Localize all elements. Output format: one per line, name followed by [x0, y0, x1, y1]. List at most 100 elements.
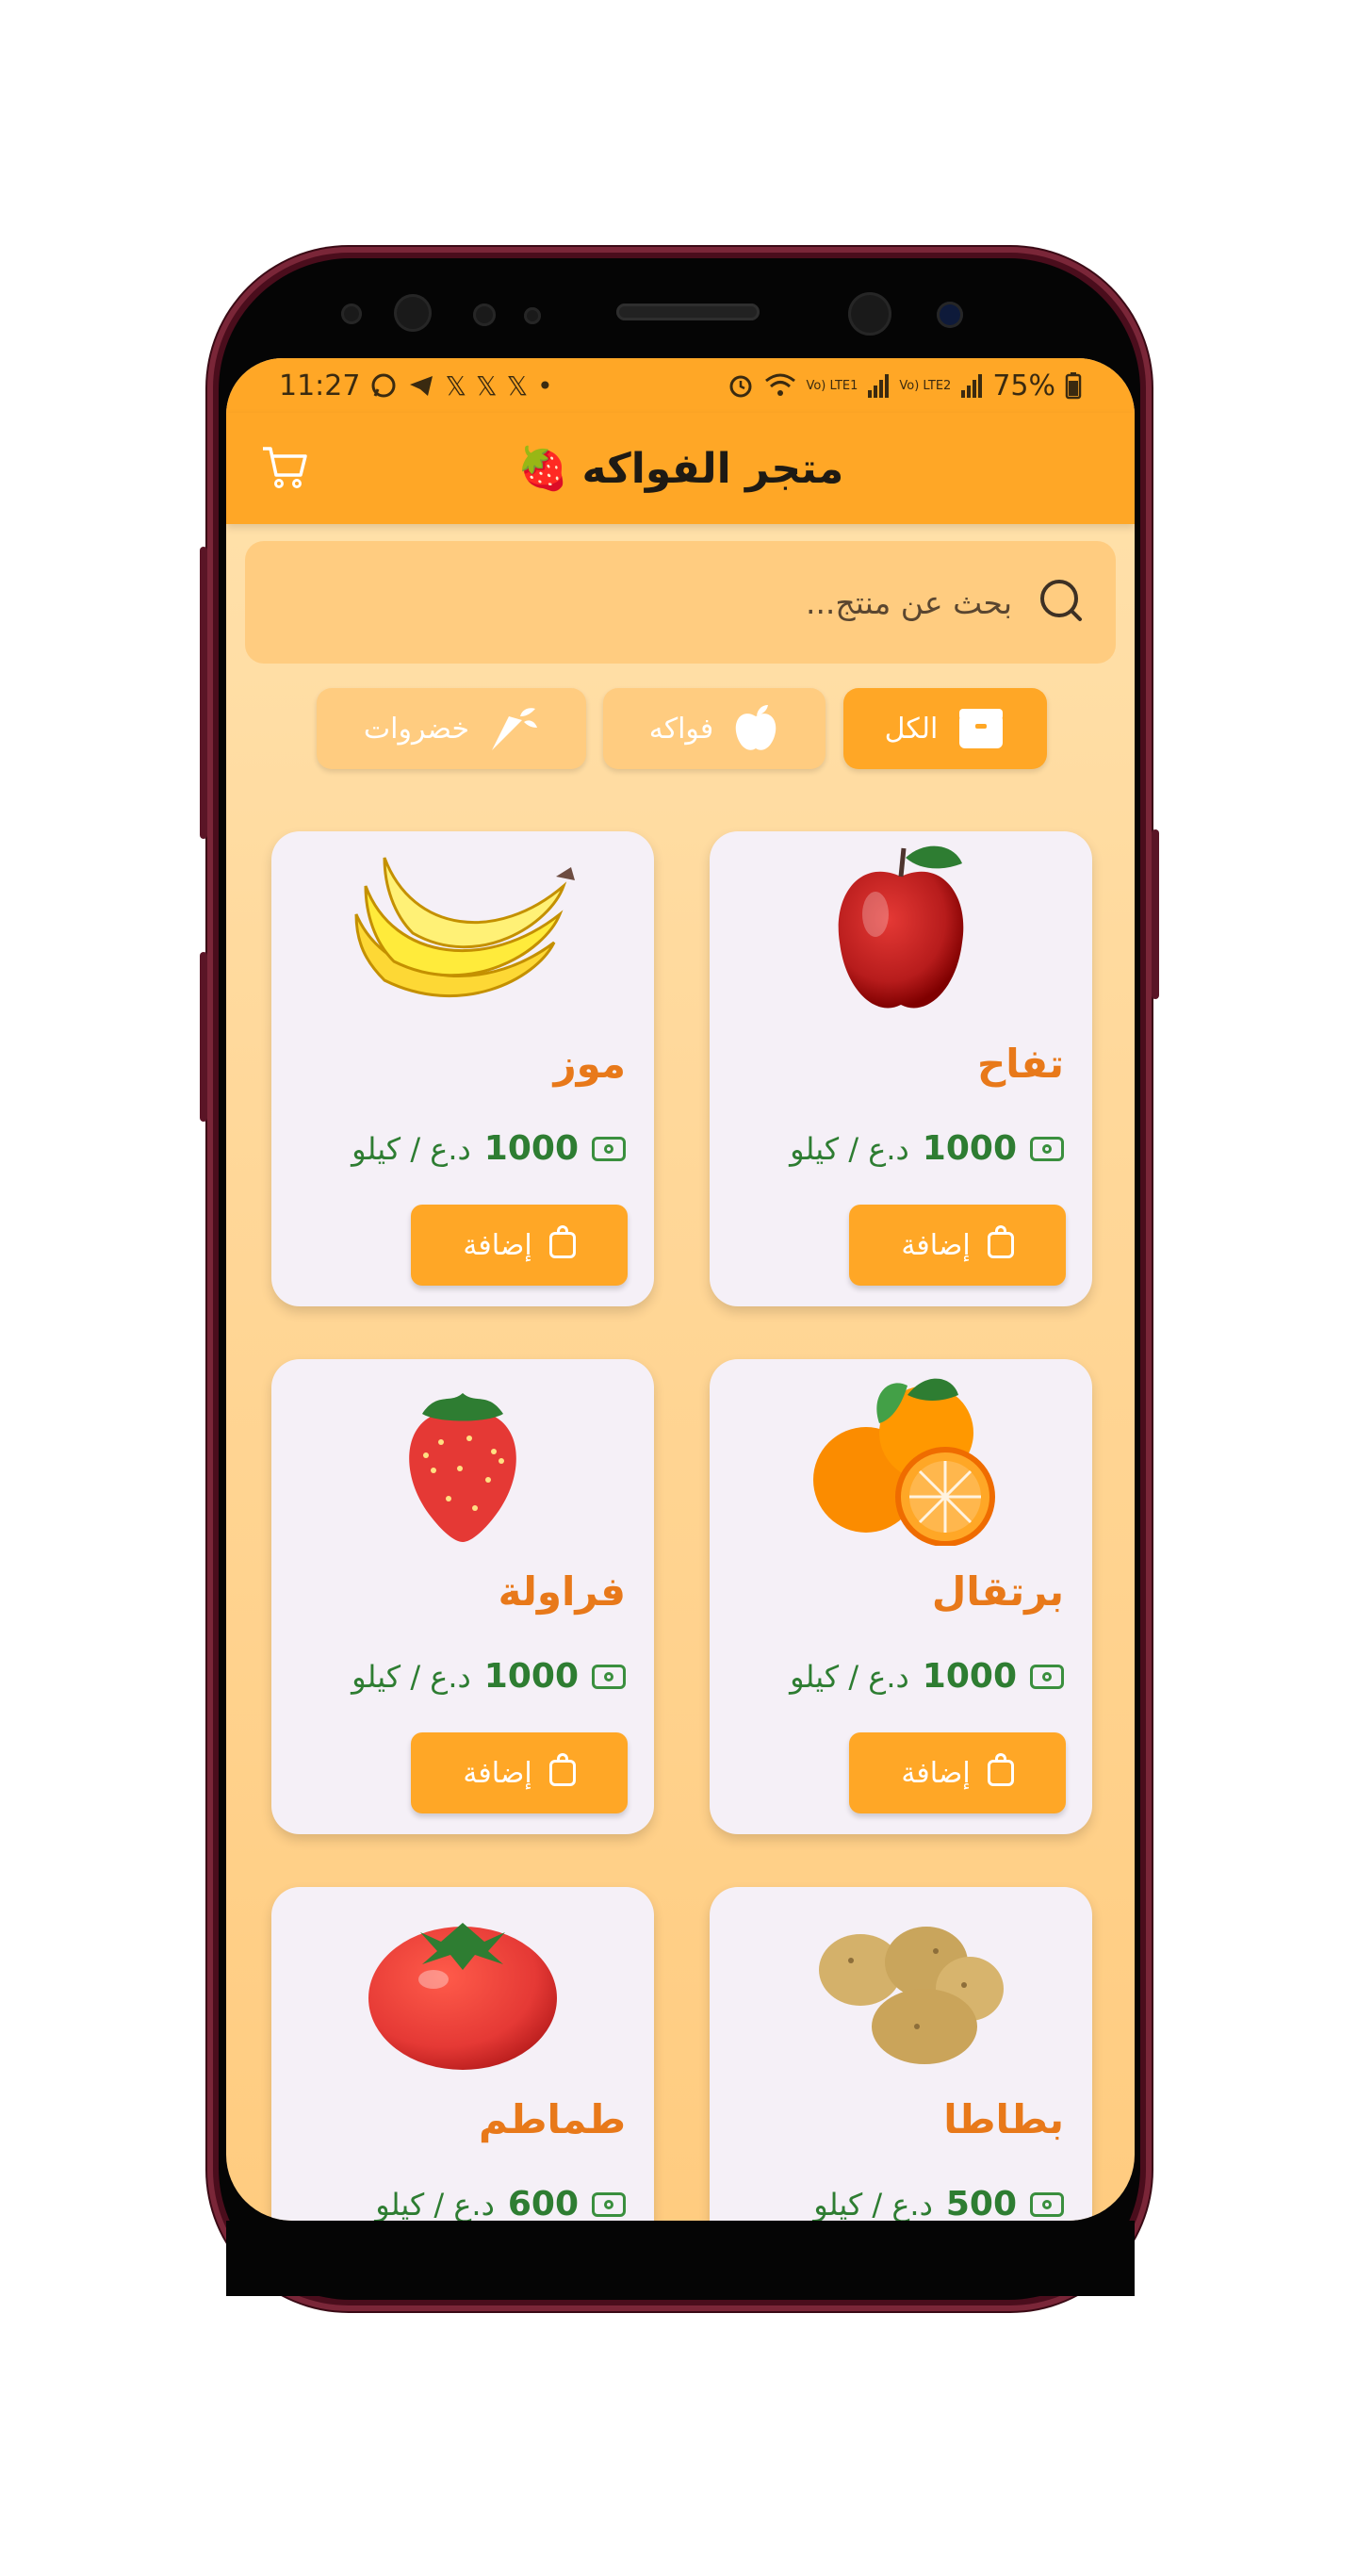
cart-button[interactable]	[258, 441, 311, 494]
x-icon: 𝕏	[445, 369, 467, 402]
price-unit: د.ع / كيلو	[352, 1658, 471, 1695]
cart-icon	[263, 447, 307, 488]
chip-all-label: الكل	[884, 712, 939, 746]
price-row: 1000 د.ع / كيلو	[352, 1657, 626, 1696]
product-name: بطاطا	[943, 2096, 1064, 2142]
product-card[interactable]: بطاطا500د.ع / كيلوإضافة	[710, 1887, 1092, 2221]
chip-all[interactable]: الكل	[843, 688, 1047, 769]
product-price: 500	[945, 2185, 1017, 2221]
price-row: 1000 د.ع / كيلو	[352, 1129, 626, 1168]
signal-icon	[868, 374, 890, 398]
x-icon: 𝕏	[506, 369, 529, 402]
price-unit: د.ع / كيلو	[352, 1130, 471, 1167]
carrot-icon	[492, 708, 538, 750]
product-card[interactable]: فراولة 1000 د.ع / كيلو إضافة	[271, 1359, 654, 1834]
strawberry-icon: 🍓	[516, 445, 569, 493]
price-unit: د.ع / كيلو	[790, 1658, 909, 1695]
product-name: برتقال	[931, 1568, 1064, 1615]
search-placeholder: بحث عن منتج...	[805, 583, 1012, 621]
bixby-button	[200, 952, 207, 1122]
chip-vegetables-label: خضروات	[363, 712, 470, 746]
price-unit: د.ع / كيلو	[375, 2186, 495, 2222]
product-price: 1000	[922, 1129, 1017, 1168]
money-icon	[1030, 1136, 1064, 1161]
product-price: 600	[507, 2185, 579, 2221]
title-text: متجر الفواكه	[581, 444, 844, 493]
shopping-bag-icon	[548, 1753, 576, 1786]
dot-icon: •	[537, 369, 553, 402]
add-to-cart-button[interactable]: إضافة	[411, 1205, 628, 1286]
light-sensor-icon	[524, 307, 541, 324]
money-icon	[592, 1664, 626, 1689]
product-image-orange	[785, 1367, 1017, 1547]
earpiece-speaker	[616, 304, 760, 320]
status-right: Vo) LTE1 Vo) LTE2 75%	[727, 369, 1082, 402]
chip-fruits[interactable]: فواكه	[603, 688, 826, 769]
signal-icon	[961, 374, 983, 398]
product-name: تفاح	[976, 1041, 1064, 1087]
add-to-cart-button[interactable]: إضافة	[849, 1732, 1066, 1813]
shopping-bag-icon	[548, 1225, 576, 1258]
shopping-bag-icon	[987, 1753, 1014, 1786]
product-price: 1000	[922, 1657, 1017, 1696]
product-card[interactable]: برتقال 1000 د.ع / كيلو إضافة	[710, 1359, 1092, 1834]
camera-sensor-icon	[937, 302, 963, 328]
product-name: طماطم	[479, 2096, 626, 2142]
add-button-label: إضافة	[463, 1228, 532, 1262]
status-bar: 11:27 𝕏 𝕏 𝕏 • Vo) LTE1 Vo) LTE2 75%	[226, 358, 1135, 413]
x-icon: 𝕏	[476, 369, 498, 402]
money-icon	[1030, 2191, 1064, 2217]
money-icon	[1030, 1664, 1064, 1689]
phone-chin	[226, 2221, 1135, 2296]
product-card[interactable]: طماطم600د.ع / كيلوإضافة	[271, 1887, 654, 2221]
battery-icon	[1065, 372, 1082, 400]
box-icon	[959, 709, 1004, 748]
price-unit: د.ع / كيلو	[790, 1130, 909, 1167]
sensor-icon	[341, 304, 362, 324]
iris-sensor-icon	[394, 294, 432, 332]
chip-fruits-label: فواكه	[648, 712, 714, 746]
shopping-bag-icon	[987, 1225, 1014, 1258]
product-image-strawberry	[347, 1367, 579, 1546]
page-title: متجر الفواكه 🍓	[516, 444, 844, 494]
chip-vegetables[interactable]: خضروات	[317, 688, 586, 769]
product-price: 1000	[483, 1657, 579, 1696]
battery-percent: 75%	[992, 369, 1055, 402]
app-bar: متجر الفواكه 🍓	[226, 413, 1135, 524]
wifi-icon	[765, 373, 796, 396]
sim2-label: Vo) LTE2	[899, 378, 952, 393]
category-filter: الكل فواكه خضروات	[226, 688, 1135, 773]
add-button-label: إضافة	[901, 1228, 971, 1262]
search-icon	[1040, 580, 1082, 621]
add-button-label: إضافة	[463, 1756, 532, 1790]
add-to-cart-button[interactable]: إضافة	[849, 1205, 1066, 1286]
power-button	[1152, 829, 1159, 999]
app-screen: 11:27 𝕏 𝕏 𝕏 • Vo) LTE1 Vo) LTE2 75% متجر…	[226, 358, 1135, 2221]
add-button-label: إضافة	[901, 1756, 971, 1790]
price-row: 1000 د.ع / كيلو	[790, 1657, 1064, 1696]
product-price: 1000	[483, 1129, 579, 1168]
volume-button	[200, 547, 207, 839]
product-image-tomato	[347, 1895, 579, 2074]
proximity-sensor-icon	[473, 304, 496, 326]
product-image-banana	[347, 839, 579, 1018]
product-card[interactable]: موز 1000 د.ع / كيلو إضافة	[271, 831, 654, 1306]
product-name: فراولة	[498, 1568, 626, 1615]
product-image-potato	[785, 1895, 1017, 2074]
price-row: 1000 د.ع / كيلو	[790, 1129, 1064, 1168]
sim1-label: Vo) LTE1	[806, 378, 858, 393]
price-row: 500 د.ع / كيلو	[813, 2185, 1064, 2221]
add-to-cart-button[interactable]: إضافة	[411, 1732, 628, 1813]
status-time: 11:27	[279, 369, 361, 402]
price-unit: د.ع / كيلو	[813, 2186, 933, 2222]
product-name: موز	[553, 1041, 626, 1087]
search-input[interactable]: بحث عن منتج...	[245, 541, 1116, 664]
money-icon	[592, 1136, 626, 1161]
alarm-icon	[729, 375, 752, 398]
status-left: 11:27 𝕏 𝕏 𝕏 •	[279, 369, 553, 402]
product-image-apple	[785, 839, 1017, 1018]
telegram-icon	[410, 376, 433, 396]
whatsapp-icon	[371, 373, 396, 398]
product-card[interactable]: تفاح 1000 د.ع / كيلو إضافة	[710, 831, 1092, 1306]
price-row: 600 د.ع / كيلو	[375, 2185, 626, 2221]
